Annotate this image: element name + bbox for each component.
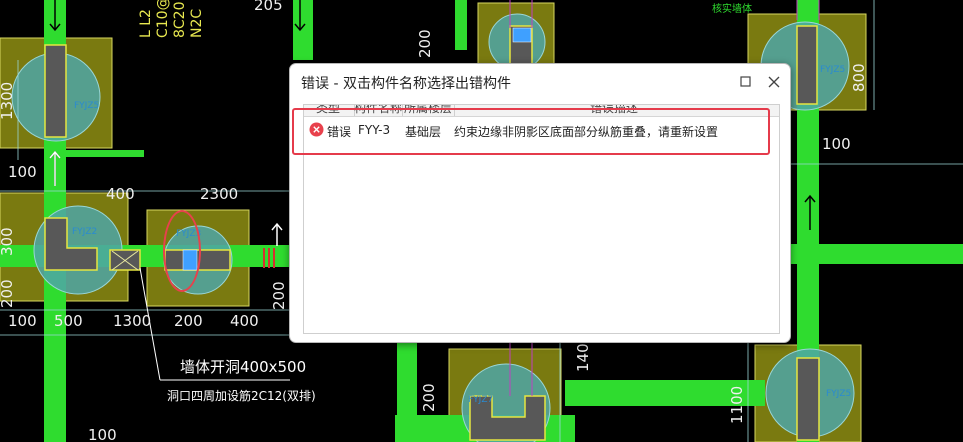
- beam-labels: L L2 C10@1 8C20 N2C: [138, 0, 205, 38]
- column-tag: FYJZ2: [72, 227, 97, 237]
- dimension-text: 200: [270, 281, 288, 310]
- beam-label: 8C20: [172, 2, 188, 39]
- beam-label: N2C: [189, 9, 205, 38]
- dimension-text: 800: [850, 63, 868, 92]
- dimension-text: 200: [174, 312, 203, 330]
- beam-label: C10@1: [155, 0, 171, 38]
- dimension-text: 300: [0, 227, 16, 256]
- close-icon: [768, 76, 780, 88]
- dimension-text: 100: [88, 426, 117, 442]
- hatch-spot: [512, 27, 532, 43]
- dimension-text: 1100: [728, 386, 746, 424]
- column-tag: FYJZ5: [74, 101, 99, 111]
- highlight-box: [292, 108, 770, 155]
- dimension-text: 400: [230, 312, 259, 330]
- maximize-icon: [740, 76, 751, 87]
- dimension-text: 1300: [113, 312, 151, 330]
- rebar-annotation: 洞口四周加设筋2C12(双排): [167, 388, 316, 403]
- dimension-text: 1300: [0, 82, 16, 120]
- dimension-text: 200: [420, 383, 438, 412]
- column-tag: FYJZ5: [820, 65, 845, 75]
- dimension-text: 500: [54, 312, 83, 330]
- dimension-text: 200: [0, 279, 16, 308]
- dialog-title: 错误 - 双击构件名称选择出错构件: [301, 76, 511, 92]
- dimension-text: 100: [822, 135, 851, 153]
- dimension-text: 2300: [200, 185, 238, 203]
- highlight-ellipse: [163, 210, 201, 292]
- close-button[interactable]: [764, 72, 784, 92]
- top-right-annotation: 核实墙体: [712, 2, 752, 15]
- beam-label: L L2: [138, 9, 154, 38]
- error-dialog[interactable]: 错误 - 双击构件名称选择出错构件 类型 构件名称 所属楼层 错误描述 错误 F…: [289, 63, 791, 343]
- column-tag: FYJZ5: [826, 389, 851, 399]
- dimension-text: 100: [8, 312, 37, 330]
- dialog-title-bar[interactable]: 错误 - 双击构件名称选择出错构件: [290, 64, 790, 100]
- column-tag: FYJZ7: [468, 395, 493, 405]
- maximize-button[interactable]: [736, 72, 756, 92]
- dimension-text: 205: [254, 0, 283, 14]
- dimension-text: 200: [416, 29, 434, 58]
- opening-annotation: 墙体开洞400x500: [180, 358, 306, 376]
- dimension-text: 400: [106, 185, 135, 203]
- dimension-text: 100: [8, 163, 37, 181]
